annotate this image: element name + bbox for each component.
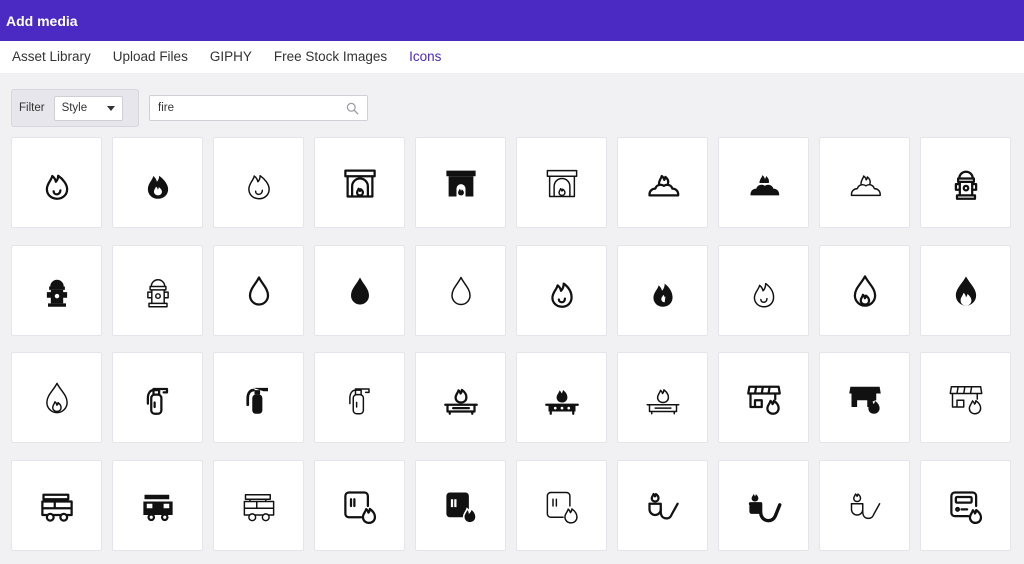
icon-tile[interactable] xyxy=(415,245,506,336)
fireplace-thin-icon xyxy=(546,169,577,197)
icon-tile[interactable] xyxy=(11,245,102,336)
flame-outline-icon xyxy=(550,281,573,308)
drop-flame-solid-icon xyxy=(955,275,976,306)
icon-tile[interactable] xyxy=(213,460,304,551)
icon-tile[interactable] xyxy=(617,460,708,551)
fire-extinguisher-solid-icon xyxy=(245,387,268,414)
icon-tile[interactable] xyxy=(617,137,708,228)
chevron-down-icon xyxy=(106,105,115,111)
dialog-title: Add media xyxy=(6,12,78,29)
icon-tile[interactable] xyxy=(314,460,405,551)
flame-solid-icon xyxy=(652,283,673,307)
card-fire-thin-icon xyxy=(546,491,578,524)
icon-tile[interactable] xyxy=(516,352,607,443)
icon-tile[interactable] xyxy=(819,460,910,551)
filter-panel: Filter Style xyxy=(11,89,139,127)
icon-tile[interactable] xyxy=(11,460,102,551)
gas-stove-thin-icon xyxy=(646,388,679,414)
icon-tile[interactable] xyxy=(617,245,708,336)
icon-tile[interactable] xyxy=(112,352,203,443)
fireplace-solid-icon xyxy=(445,170,476,196)
icon-tile[interactable] xyxy=(314,352,405,443)
smoking-pipe-solid-icon xyxy=(748,493,781,522)
icon-tile[interactable] xyxy=(920,245,1011,336)
icon-tile[interactable] xyxy=(819,352,910,443)
icon-tile[interactable] xyxy=(415,352,506,443)
icon-grid xyxy=(11,137,1024,564)
icon-tile[interactable] xyxy=(213,245,304,336)
icon-tile[interactable] xyxy=(718,137,809,228)
filter-label: Filter xyxy=(19,102,45,114)
icon-tile[interactable] xyxy=(11,137,102,228)
gas-stove-solid-icon xyxy=(544,389,579,415)
icon-tile[interactable] xyxy=(314,137,405,228)
fire-solid-icon xyxy=(147,175,168,199)
smoking-pipe-outline-icon xyxy=(647,492,679,519)
tab-icons[interactable]: Icons xyxy=(398,41,452,73)
drop-flame-outline-icon xyxy=(853,274,876,307)
smoking-pipe-thin-icon xyxy=(850,492,880,519)
icon-tile[interactable] xyxy=(920,352,1011,443)
fire-extinguisher-thin-icon xyxy=(348,387,370,414)
drop-solid-icon xyxy=(350,277,369,304)
drop-flame-thin-icon xyxy=(45,382,68,413)
icon-tile[interactable] xyxy=(213,137,304,228)
drop-thin-icon xyxy=(450,276,471,305)
fireplace-outline-icon xyxy=(343,169,376,198)
icon-tile[interactable] xyxy=(819,137,910,228)
style-select-value: Style xyxy=(61,102,88,114)
fire-thin-icon xyxy=(247,174,270,199)
icon-tile[interactable] xyxy=(415,137,506,228)
card-fire-solid-icon xyxy=(445,492,477,524)
icon-tile[interactable] xyxy=(819,245,910,336)
card-fire-outline-icon xyxy=(343,490,376,524)
icon-tile[interactable] xyxy=(112,460,203,551)
icon-search xyxy=(149,95,368,121)
search-input[interactable] xyxy=(150,97,340,119)
fire-truck-solid-icon xyxy=(142,494,173,521)
campfire-outline-icon xyxy=(647,174,679,196)
style-select[interactable]: Style xyxy=(53,95,123,121)
fire-hydrant-thin-icon xyxy=(146,278,169,307)
campfire-thin-icon xyxy=(850,174,881,196)
fire-hydrant-solid-icon xyxy=(46,279,67,307)
icon-tile[interactable] xyxy=(516,137,607,228)
campfire-solid-icon xyxy=(750,174,779,195)
fire-hydrant-outline-icon xyxy=(954,170,977,200)
fire-truck-outline-icon xyxy=(40,493,73,522)
dialog-header: Add media xyxy=(0,0,1024,41)
fire-truck-thin-icon xyxy=(243,493,274,521)
icon-tile[interactable] xyxy=(718,245,809,336)
media-tabs: Asset Library Upload Files GIPHY Free St… xyxy=(0,41,1024,73)
icon-tile[interactable] xyxy=(718,460,809,551)
store-fire-solid-icon xyxy=(848,386,881,414)
store-fire-outline-icon xyxy=(746,385,781,415)
icon-tile[interactable] xyxy=(415,460,506,551)
tab-free-stock-images[interactable]: Free Stock Images xyxy=(263,41,398,73)
icon-tile[interactable] xyxy=(11,352,102,443)
fire-extinguisher-outline-icon xyxy=(146,387,168,415)
flame-thin-icon xyxy=(753,282,774,307)
icon-tile[interactable] xyxy=(112,245,203,336)
icon-tile[interactable] xyxy=(516,245,607,336)
tab-upload-files[interactable]: Upload Files xyxy=(102,41,199,73)
icon-tile[interactable] xyxy=(718,352,809,443)
tab-asset-library[interactable]: Asset Library xyxy=(0,41,102,73)
search-icon[interactable] xyxy=(346,102,359,115)
icon-tile[interactable] xyxy=(314,245,405,336)
gas-stove-outline-icon xyxy=(443,388,478,415)
icon-tile[interactable] xyxy=(112,137,203,228)
icon-tile[interactable] xyxy=(213,352,304,443)
icon-tile[interactable] xyxy=(920,460,1011,551)
fire-outline-icon xyxy=(45,174,68,200)
icon-tile[interactable] xyxy=(516,460,607,551)
store-fire-thin-icon xyxy=(949,385,982,414)
tab-giphy[interactable]: GIPHY xyxy=(199,41,263,73)
icon-tile[interactable] xyxy=(617,352,708,443)
fire-device-outline-icon xyxy=(949,490,982,524)
drop-outline-icon xyxy=(248,275,269,306)
icon-tile[interactable] xyxy=(920,137,1011,228)
